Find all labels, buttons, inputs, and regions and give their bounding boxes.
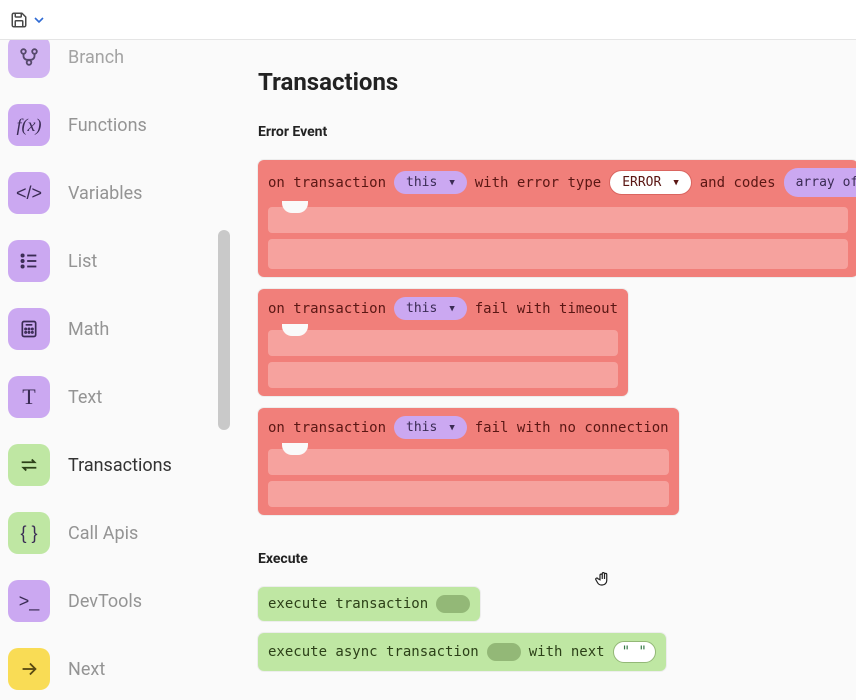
sidebar-item-list[interactable]: List: [8, 230, 222, 292]
calculator-icon: [8, 308, 50, 350]
arrows-icon: [8, 444, 50, 486]
list-icon: [8, 240, 50, 282]
sidebar-item-branch[interactable]: Branch: [8, 40, 222, 88]
block-slot[interactable]: [268, 239, 848, 269]
array-codes-pill[interactable]: array of " a " " b: [784, 168, 856, 197]
block-text: execute transaction: [268, 596, 428, 612]
block-slot[interactable]: [268, 449, 669, 475]
block-slot[interactable]: [268, 362, 618, 388]
function-icon: f(x): [8, 104, 50, 146]
transaction-input-slot[interactable]: [436, 595, 470, 613]
sidebar-item-label: Transactions: [68, 455, 172, 476]
sidebar-item-functions[interactable]: f(x) Functions: [8, 94, 222, 156]
arrow-right-icon: [8, 648, 50, 690]
sidebar: ▲ Branch f(x) Functions </> Variables: [0, 40, 230, 700]
block-on-transaction-noconnection[interactable]: on transaction this fail with no connect…: [258, 408, 679, 515]
block-text: with next: [529, 644, 605, 660]
sidebar-item-label: Variables: [68, 183, 142, 204]
block-slot[interactable]: [268, 207, 848, 233]
sidebar-item-label: DevTools: [68, 591, 142, 612]
text-icon: T: [8, 376, 50, 418]
block-text: and codes: [700, 175, 776, 191]
error-type-dropdown[interactable]: ERROR: [609, 170, 692, 195]
block-execute-transaction[interactable]: execute transaction: [258, 587, 480, 621]
block-slot[interactable]: [268, 481, 669, 507]
code-icon: </>: [8, 172, 50, 214]
next-value-input[interactable]: " ": [613, 641, 656, 663]
sidebar-item-label: Math: [68, 319, 109, 340]
cursor-grab-icon: [594, 570, 612, 588]
this-dropdown[interactable]: this: [394, 171, 467, 194]
braces-icon: { }: [8, 512, 50, 554]
block-text: on transaction: [268, 420, 386, 436]
block-execute-async-transaction[interactable]: execute async transaction with next " ": [258, 633, 666, 671]
sidebar-item-label: Next: [68, 659, 105, 680]
sidebar-item-next[interactable]: Next: [8, 638, 222, 700]
block-text: on transaction: [268, 175, 386, 191]
block-text: with error type: [475, 175, 601, 191]
save-icon[interactable]: [8, 9, 30, 31]
transaction-input-slot[interactable]: [487, 643, 521, 661]
array-label: array of: [796, 175, 856, 190]
sidebar-item-variables[interactable]: </> Variables: [8, 162, 222, 224]
sidebar-item-math[interactable]: Math: [8, 298, 222, 360]
this-dropdown[interactable]: this: [394, 297, 467, 320]
sidebar-item-label: List: [68, 251, 97, 272]
sidebar-item-label: Call Apis: [68, 523, 138, 544]
page-title: Transactions: [258, 68, 856, 96]
block-on-transaction-timeout[interactable]: on transaction this fail with timeout: [258, 289, 628, 396]
sidebar-item-label: Functions: [68, 115, 147, 136]
terminal-icon: >_: [8, 580, 50, 622]
main-area: ▲ Branch f(x) Functions </> Variables: [0, 40, 856, 700]
sidebar-item-label: Text: [68, 387, 102, 408]
topbar: [0, 0, 856, 40]
block-text: on transaction: [268, 301, 386, 317]
branch-icon: [8, 40, 50, 78]
section-execute: Execute: [258, 551, 856, 567]
sidebar-item-devtools[interactable]: >_ DevTools: [8, 570, 222, 632]
section-error-event: Error Event: [258, 124, 856, 140]
sidebar-item-label: Branch: [68, 47, 124, 68]
block-text: execute async transaction: [268, 644, 479, 660]
block-text: fail with timeout: [475, 301, 618, 317]
save-dropdown-chevron-icon[interactable]: [34, 15, 44, 25]
block-text: fail with no connection: [475, 420, 669, 436]
sidebar-scrollbar[interactable]: [218, 230, 230, 430]
block-on-transaction-error[interactable]: on transaction this with error type ERRO…: [258, 160, 856, 277]
sidebar-item-call-apis[interactable]: { } Call Apis: [8, 502, 222, 564]
sidebar-item-transactions[interactable]: Transactions: [8, 434, 222, 496]
block-slot[interactable]: [268, 330, 618, 356]
content: Transactions Error Event on transaction …: [230, 40, 856, 700]
sidebar-item-text[interactable]: T Text: [8, 366, 222, 428]
this-dropdown[interactable]: this: [394, 416, 467, 439]
